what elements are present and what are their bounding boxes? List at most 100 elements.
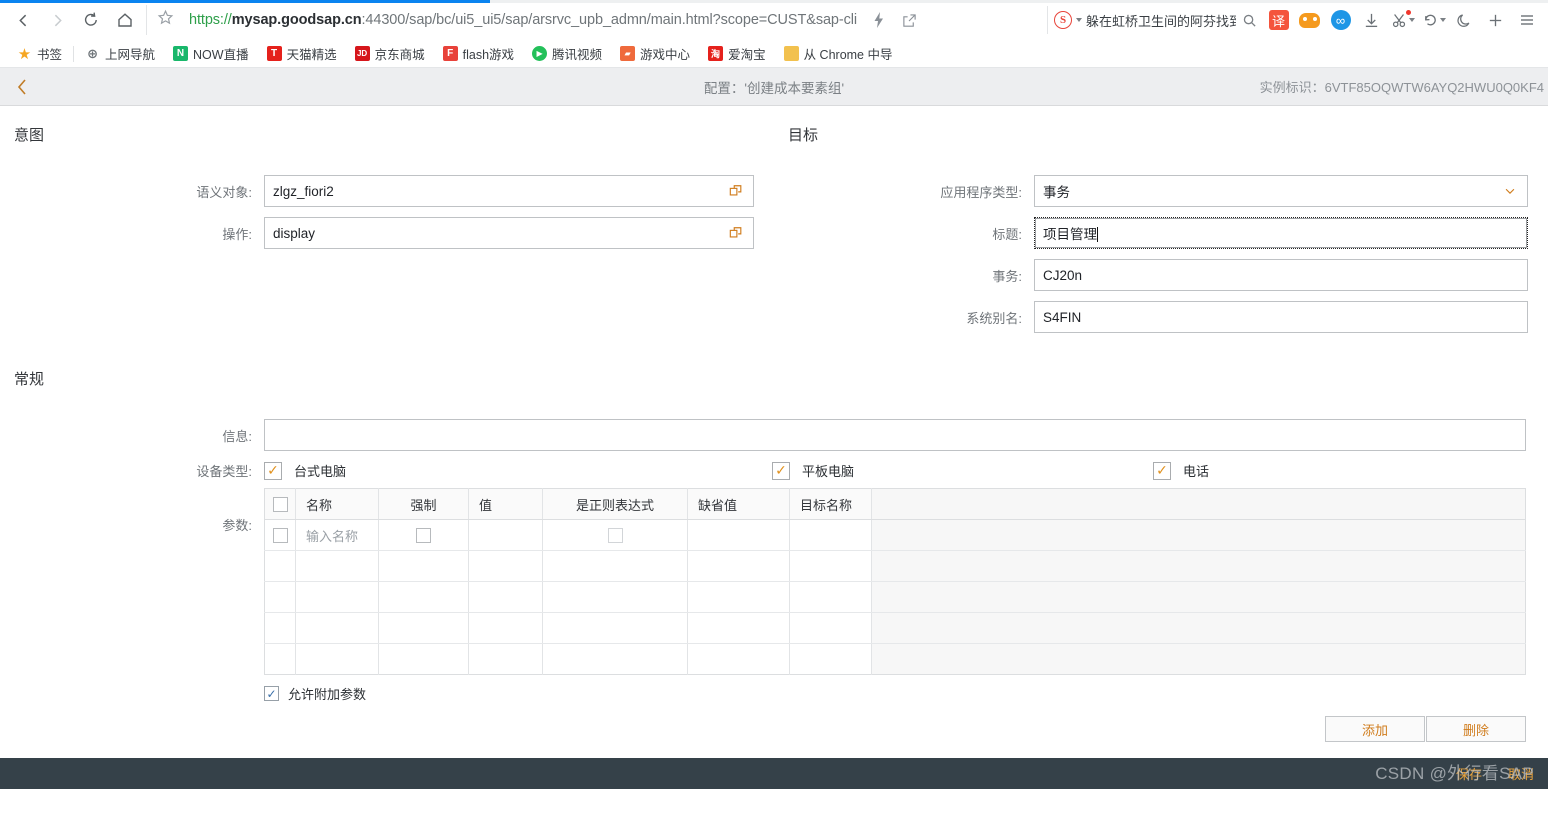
cell-name[interactable] <box>295 643 379 675</box>
transaction-input[interactable]: CJ20n <box>1034 259 1528 291</box>
cell-mandatory[interactable] <box>378 519 469 551</box>
home-button[interactable] <box>108 3 142 37</box>
cell-default[interactable] <box>687 550 790 582</box>
cell-is-regex[interactable] <box>542 581 688 613</box>
select-all-cell[interactable] <box>264 488 296 520</box>
column-header-default[interactable]: 缺省值 <box>687 488 790 520</box>
table-row[interactable]: 输入名称 <box>264 519 1526 551</box>
table-row[interactable] <box>264 643 1526 675</box>
screenshot-caret-icon[interactable] <box>1408 18 1415 22</box>
cell-target-name[interactable] <box>789 581 872 613</box>
cell-value[interactable] <box>468 612 543 644</box>
value-help-icon[interactable] <box>727 226 745 240</box>
checkbox-phone[interactable]: ✓ <box>1153 461 1171 480</box>
cell-name[interactable] <box>295 612 379 644</box>
cell-is-regex[interactable] <box>542 519 688 551</box>
search-icon[interactable] <box>1240 13 1257 28</box>
row-select-cell[interactable] <box>264 581 296 613</box>
column-header-target-name[interactable]: 目标名称 <box>789 488 872 520</box>
checkbox-allow-additional-params[interactable]: ✓ <box>264 686 279 701</box>
semantic-object-input[interactable]: zlgz_fiori2 <box>264 175 754 207</box>
bookmark-folder-chrome[interactable]: 从 Chrome 中导 <box>775 42 902 66</box>
screenshot-scissors-icon[interactable] <box>1387 5 1418 36</box>
cell-mandatory[interactable] <box>378 550 469 582</box>
cell-name[interactable] <box>295 550 379 582</box>
cell-is-regex[interactable] <box>542 643 688 675</box>
bookmark-item-8[interactable]: 淘 爱淘宝 <box>699 42 775 66</box>
add-button[interactable]: 添加 <box>1325 716 1425 742</box>
row-select-cell[interactable] <box>264 550 296 582</box>
system-alias-input[interactable]: S4FIN <box>1034 301 1528 333</box>
history-undo-icon[interactable] <box>1418 5 1449 36</box>
cell-default[interactable] <box>687 519 790 551</box>
row-select-cell[interactable] <box>264 643 296 675</box>
night-mode-icon[interactable] <box>1449 5 1480 36</box>
checkbox-select-all[interactable] <box>272 497 288 513</box>
search-input[interactable]: 躲在虹桥卫生间的阿芬找到 <box>1086 11 1236 30</box>
action-input[interactable]: display <box>264 217 754 249</box>
chevron-down-icon[interactable] <box>1501 184 1519 198</box>
open-external-icon[interactable] <box>895 6 923 34</box>
save-button[interactable]: 保存 <box>1456 764 1482 783</box>
device-option-desktop[interactable]: ✓ 台式电脑 <box>264 461 772 480</box>
url-display[interactable]: https://mysap.goodsap.cn:44300/sap/bc/ui… <box>189 12 857 28</box>
table-row[interactable] <box>264 581 1526 613</box>
checkbox-desktop[interactable]: ✓ <box>264 461 282 480</box>
checkbox-is-regex[interactable] <box>607 528 623 544</box>
row-select-cell[interactable] <box>264 519 296 551</box>
address-bar[interactable]: https://mysap.goodsap.cn:44300/sap/bc/ui… <box>146 5 1045 35</box>
checkbox-tablet[interactable]: ✓ <box>772 461 790 480</box>
forward-button[interactable] <box>40 3 74 37</box>
cell-value[interactable] <box>468 581 543 613</box>
cell-target-name[interactable] <box>789 612 872 644</box>
delete-button[interactable]: 删除 <box>1426 716 1526 742</box>
table-row[interactable] <box>264 612 1526 644</box>
bookmark-item-6[interactable]: ▶ 腾讯视频 <box>523 42 611 66</box>
cell-is-regex[interactable] <box>542 612 688 644</box>
bookmark-star-icon[interactable] <box>157 9 179 31</box>
cell-target-name[interactable] <box>789 519 872 551</box>
table-row[interactable] <box>264 550 1526 582</box>
checkbox-mandatory[interactable] <box>416 528 431 544</box>
cell-default[interactable] <box>687 612 790 644</box>
cell-value[interactable] <box>468 519 543 551</box>
title-input[interactable]: 项目管理 <box>1034 217 1528 249</box>
allow-additional-params-row[interactable]: ✓ 允许附加参数 <box>264 684 1526 703</box>
column-header-is-regex[interactable]: 是正则表达式 <box>542 488 688 520</box>
column-header-value[interactable]: 值 <box>468 488 543 520</box>
bookmark-item-3[interactable]: T 天猫精选 <box>258 42 346 66</box>
checkbox-row-select[interactable] <box>272 528 288 544</box>
cell-value[interactable] <box>468 550 543 582</box>
column-header-mandatory[interactable]: 强制 <box>378 488 469 520</box>
bookmark-item-1[interactable]: ⊕ 上网导航 <box>76 42 164 66</box>
cancel-button[interactable]: 取消 <box>1508 764 1534 783</box>
device-option-phone[interactable]: ✓ 电话 <box>1153 461 1209 480</box>
history-caret-icon[interactable] <box>1439 18 1446 22</box>
cell-mandatory[interactable] <box>378 612 469 644</box>
device-option-tablet[interactable]: ✓ 平板电脑 <box>772 461 1153 480</box>
bookmark-item-0[interactable]: ★ 书签 <box>8 42 71 66</box>
search-box[interactable]: S 躲在虹桥卫生间的阿芬找到 <box>1047 6 1263 34</box>
game-center-icon[interactable] <box>1294 5 1325 36</box>
cell-target-name[interactable] <box>789 550 872 582</box>
row-select-cell[interactable] <box>264 612 296 644</box>
bookmark-item-4[interactable]: JD 京东商城 <box>346 42 434 66</box>
cell-value[interactable] <box>468 643 543 675</box>
cell-mandatory[interactable] <box>378 581 469 613</box>
translate-icon[interactable]: 译 <box>1263 5 1294 36</box>
search-engine-caret-icon[interactable] <box>1076 18 1082 22</box>
back-chevron-icon[interactable] <box>0 77 44 97</box>
value-help-icon[interactable] <box>727 184 745 198</box>
menu-icon[interactable] <box>1511 5 1542 36</box>
app-type-select[interactable]: 事务 <box>1034 175 1528 207</box>
cell-target-name[interactable] <box>789 643 872 675</box>
download-icon[interactable] <box>1356 5 1387 36</box>
info-input[interactable] <box>264 419 1526 451</box>
cell-is-regex[interactable] <box>542 550 688 582</box>
cell-default[interactable] <box>687 643 790 675</box>
cell-mandatory[interactable] <box>378 643 469 675</box>
column-header-name[interactable]: 名称 <box>295 488 379 520</box>
add-tab-icon[interactable] <box>1480 5 1511 36</box>
cell-default[interactable] <box>687 581 790 613</box>
bookmark-item-2[interactable]: N NOW直播 <box>164 42 258 66</box>
